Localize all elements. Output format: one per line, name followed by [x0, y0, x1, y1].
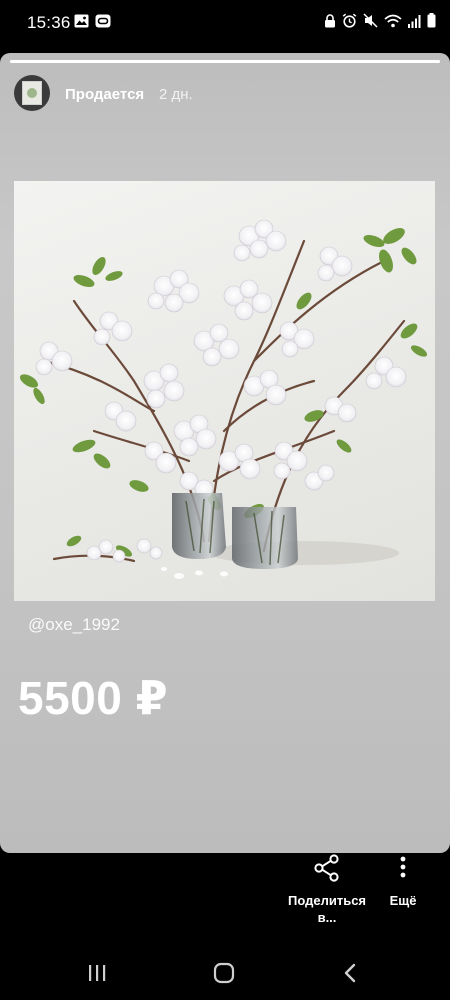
- price-label: 5500 ₽: [18, 672, 169, 724]
- back-icon: [344, 963, 356, 983]
- story-progress-fill: [10, 60, 440, 63]
- back-button[interactable]: [335, 959, 365, 987]
- recent-apps-icon: [89, 965, 106, 981]
- share-icon: [314, 854, 339, 882]
- gallery-notification-icon: [74, 14, 89, 28]
- battery-icon: [427, 13, 436, 28]
- story-card[interactable]: Продается 2 дн. @oxe_1992 5500 ₽: [0, 53, 450, 853]
- share-label: Поделиться в...: [287, 893, 367, 925]
- blossom-painting: [19, 219, 428, 579]
- avatar-image: [22, 81, 42, 105]
- alarm-icon: [342, 13, 357, 28]
- home-button[interactable]: [209, 959, 239, 987]
- status-bar: 15:36: [0, 0, 450, 46]
- system-navigation-bar: [0, 945, 450, 1000]
- signal-icon: [408, 14, 421, 28]
- home-icon: [213, 962, 235, 984]
- app-notification-icon: [95, 14, 111, 28]
- user-mention[interactable]: @oxe_1992: [28, 615, 120, 635]
- story-image: [14, 181, 435, 601]
- more-vertical-icon: [400, 856, 406, 878]
- wifi-icon: [384, 14, 402, 27]
- story-progress-bar: [10, 60, 440, 63]
- more-label: Ещё: [389, 893, 417, 908]
- story-author-name[interactable]: Продается: [65, 86, 144, 103]
- share-button[interactable]: Поделиться в...: [284, 852, 370, 932]
- avatar[interactable]: [14, 75, 50, 111]
- status-time: 15:36: [27, 13, 71, 32]
- lock-icon: [325, 13, 335, 27]
- more-button[interactable]: Ещё: [380, 852, 426, 932]
- story-timestamp: 2 дн.: [159, 86, 193, 103]
- recent-apps-button[interactable]: [82, 959, 112, 987]
- mute-icon: [363, 13, 378, 28]
